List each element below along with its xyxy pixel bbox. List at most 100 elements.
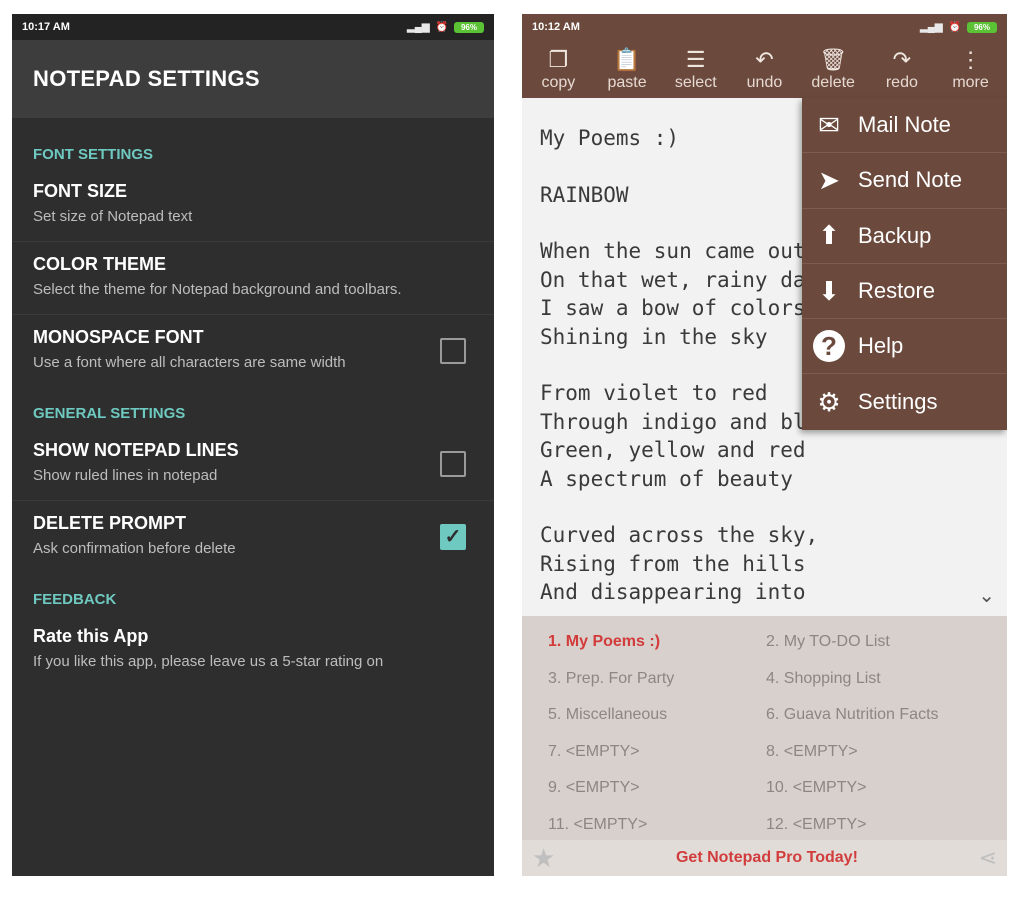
note-blank-line [540,493,1007,521]
note-line: Rising from the hills [540,551,806,576]
show-notepad-lines-checkbox[interactable] [440,451,466,477]
note-link-7[interactable]: 7. <EMPTY> [522,734,742,771]
tool-label: delete [811,74,855,91]
mail-icon: ✉ [818,109,840,140]
pref-title: SHOW NOTEPAD LINES [33,440,239,460]
send-icon: ➤ [818,164,840,195]
monospace-font-checkbox[interactable] [440,338,466,364]
status-time: 10:17 AM [22,21,70,33]
copy-button[interactable]: ❐ copy [525,46,591,92]
notes-list: 1. My Poems :) 2. My TO-DO List 3. Prep. F… [522,616,1007,840]
copy-icon: ❐ [548,47,569,72]
notepad-screen: 10:12 AM ▂▄▆ ⏰ 96% ❐ copy 📋 paste ☰ select ↶ un… [522,14,1007,876]
tool-label: more [952,74,989,91]
undo-button[interactable]: ↶ undo [731,46,797,92]
pref-show-notepad-lines[interactable]: SHOW NOTEPAD LINES Show ruled lines in no… [12,428,494,501]
paste-icon: 📋 [613,47,641,72]
select-button[interactable]: ☰ select [663,46,729,92]
pref-summary: Show ruled lines in notepad [33,467,218,484]
note-link-10[interactable]: 10. <EMPTY> [742,770,982,807]
page-title: NOTEPAD SETTINGS [33,66,260,91]
notes-grid: 1. My Poems :) 2. My TO-DO List 3. Prep. F… [522,624,1007,843]
pref-summary: Set size of Notepad text [33,208,193,225]
status-icons: ▂▄▆ ⏰ 96% [920,21,997,33]
help-icon: ? [813,330,845,363]
note-link-2[interactable]: 2. My TO-DO List [742,624,982,661]
note-link-5[interactable]: 5. Miscellaneous [522,697,742,734]
gear-icon: ⚙ [817,386,841,417]
note-line: And disappearing into [540,580,806,604]
undo-icon: ↶ [755,47,774,72]
note-link-6[interactable]: 6. Guava Nutrition Facts [742,697,982,734]
battery-icon: 96% [967,21,997,33]
pref-summary: Ask confirmation before delete [33,540,236,557]
note-link-9[interactable]: 9. <EMPTY> [522,770,742,807]
menu-item-mail-note[interactable]: ✉ Mail Note [802,98,1007,154]
note-link-8[interactable]: 8. <EMPTY> [742,734,982,771]
redo-icon: ↷ [892,47,912,72]
menu-label: Send Note [858,167,962,193]
status-bar: 10:17 AM ▂▄▆ ⏰ 96% [12,14,494,40]
menu-item-backup[interactable]: ⬆ Backup [802,209,1007,264]
menu-item-send-note[interactable]: ➤ Send Note [802,153,1007,209]
settings-header: NOTEPAD SETTINGS [12,40,494,118]
note-link-1[interactable]: 1. My Poems :) [522,624,742,661]
more-button[interactable]: ⋮ more [938,46,1004,92]
settings-screen: 10:17 AM ▂▄▆ ⏰ 96% NOTEPAD SETTINGS FONT… [12,14,494,876]
share-icon[interactable]: ⋖ [979,845,997,871]
delete-prompt-checkbox[interactable]: ✓ [440,524,466,550]
menu-label: Help [858,333,904,359]
overflow-menu: ✉ Mail Note ➤ Send Note ⬆ Backup ⬇ Restore? Help… [802,98,1007,430]
battery-level: 96% [460,22,477,32]
note-line: A spectrum of beauty [540,466,793,491]
menu-label: Backup [858,222,932,248]
tool-label: undo [746,74,783,91]
menu-label: Restore [858,278,936,304]
status-time: 10:12 AM [532,21,580,33]
pref-title: COLOR THEME [33,254,166,274]
alarm-icon: ⏰ [948,21,961,33]
bottom-bar: ★ Get Notepad Pro Today! ⋖ [522,840,1007,876]
status-bar: 10:12 AM ▂▄▆ ⏰ 96% [522,14,1007,40]
pref-delete-prompt[interactable]: DELETE PROMPT Ask confirmation before del… [12,501,494,573]
paste-button[interactable]: 📋 paste [594,46,660,92]
pref-rate-this-app[interactable]: Rate this App If you like this app, pleas… [12,614,494,686]
redo-button[interactable]: ↷ redo [869,46,935,92]
promo-link[interactable]: Get Notepad Pro Today! [676,849,858,867]
menu-item-settings[interactable]: ⚙ Settings [802,374,1007,429]
edit-toolbar: ❐ copy 📋 paste ☰ select ↶ undo 🗑 delete ↷ redo ⋮ more [522,40,1007,98]
note-line: Curved across the sky, [540,523,819,547]
note-line: Green, yellow and red [540,438,806,462]
star-icon[interactable]: ★ [532,843,555,874]
note-link-4[interactable]: 4. Shopping List [742,661,982,698]
tool-label: copy [541,74,576,91]
battery-level: 96% [973,22,990,32]
menu-label: Mail Note [858,112,951,138]
pref-color-theme[interactable]: COLOR THEME Select the theme for Notepad … [12,242,494,315]
menu-item-restore[interactable]: ⬇ Restore [802,264,1007,320]
section-header: GENERAL SETTINGS [33,405,186,422]
pref-summary: If you like this app, please leave us a … [33,653,384,670]
delete-button[interactable]: 🗑 delete [800,46,866,92]
select-icon: ☰ [685,47,706,72]
pref-title: FONT SIZE [33,181,127,201]
note-link-3[interactable]: 3. Prep. For Party [522,661,742,698]
signal-icon: ▂▄▆ [407,21,430,33]
note-link-11[interactable]: 11. <EMPTY> [522,807,742,844]
menu-item-help[interactable]: ? Help [802,319,1007,375]
signal-icon: ▂▄▆ [920,21,943,33]
pref-title: DELETE PROMPT [33,513,187,533]
note-link-12[interactable]: 12. <EMPTY> [742,807,982,844]
settings-list: FONT SETTINGS FONT SIZE Set size of Notepa… [12,118,494,686]
tool-label: select [674,74,717,91]
pref-monospace-font[interactable]: MONOSPACE FONT Use a font where all chara… [12,315,494,387]
tool-label: redo [885,74,918,91]
pref-font-size[interactable]: FONT SIZE Set size of Notepad text [12,169,494,242]
pref-summary: Use a font where all characters are same… [33,354,346,371]
tool-label: paste [607,74,647,91]
section-header: FEEDBACK [33,591,117,608]
chevron-down-icon[interactable]: ⌄ [978,583,995,608]
pref-title: Rate this App [33,626,149,646]
more-icon: ⋮ [959,47,982,72]
alarm-icon: ⏰ [435,21,448,33]
